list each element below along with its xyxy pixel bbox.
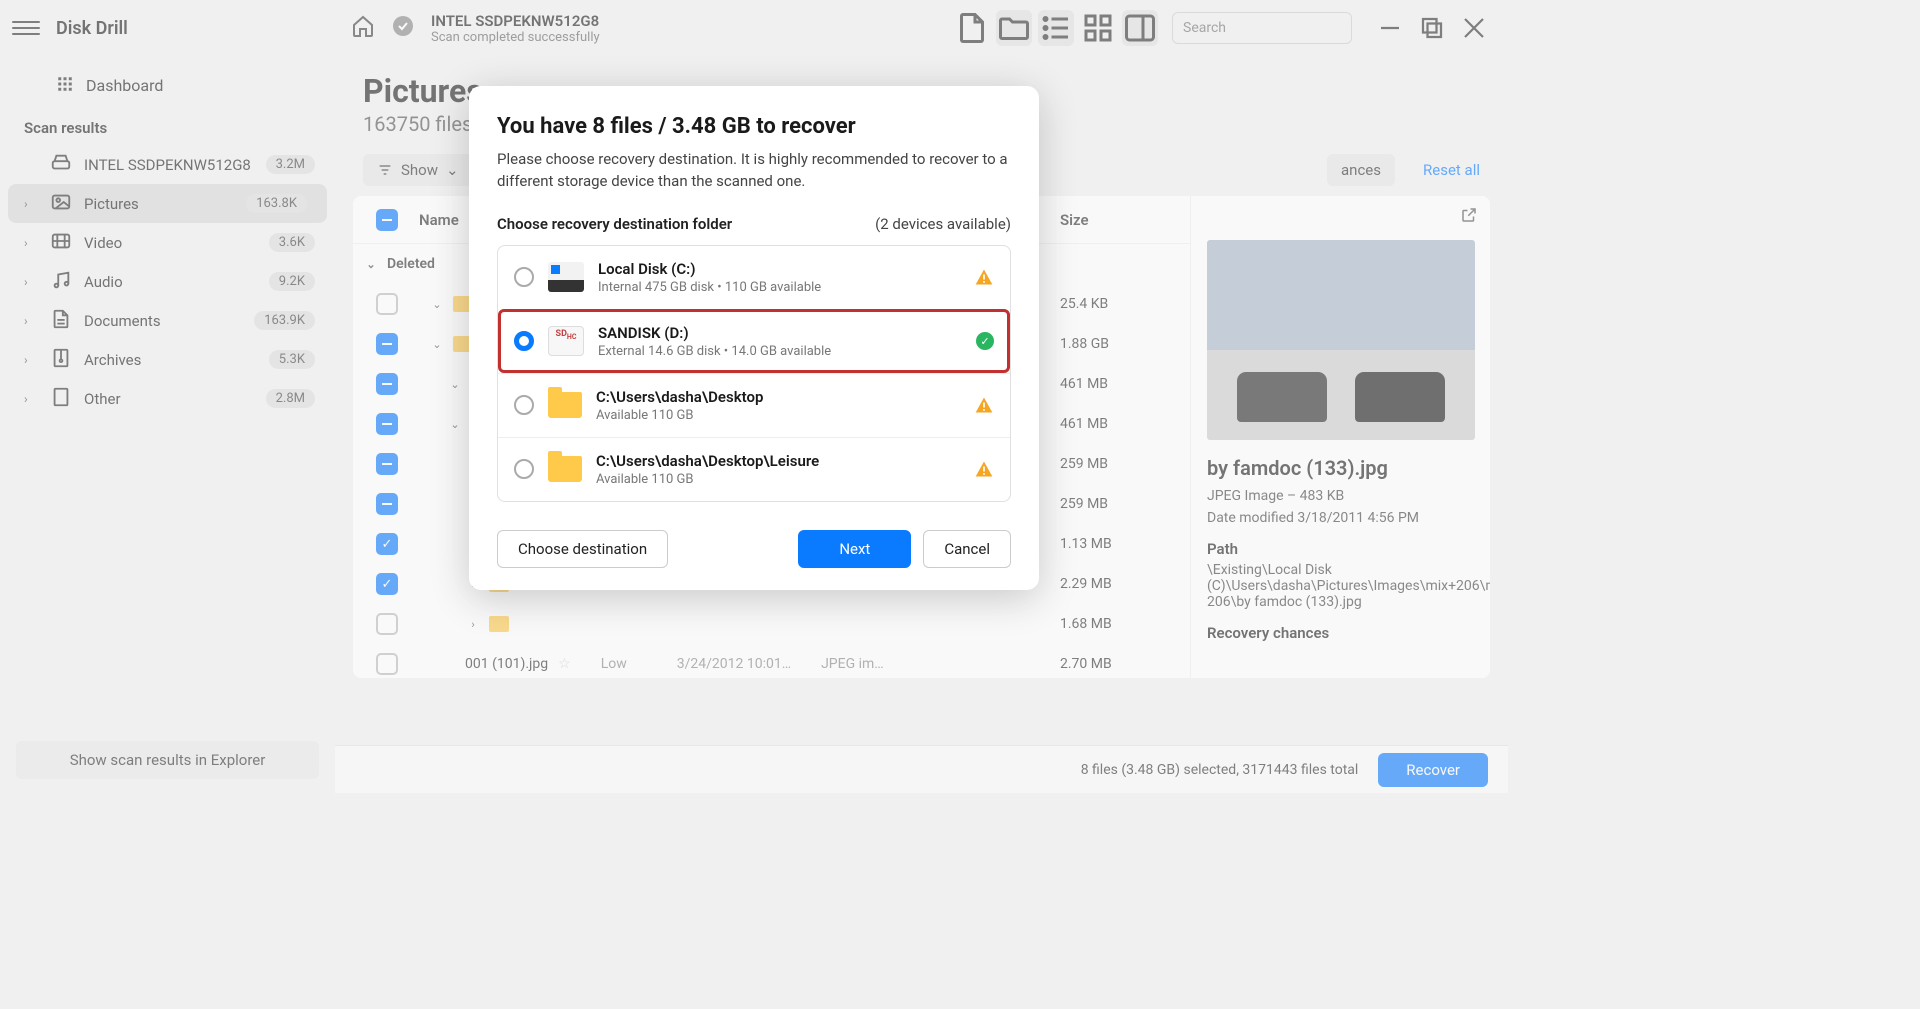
cancel-button[interactable]: Cancel <box>923 530 1011 568</box>
destination-title: C:\Users\dasha\Desktop\Leisure <box>596 452 960 470</box>
modal-title: You have 8 files / 3.48 GB to recover <box>497 114 1011 139</box>
destination-option[interactable]: C:\Users\dasha\Desktop\Leisure Available … <box>498 437 1010 501</box>
destination-subtitle: Available 110 GB <box>596 408 960 423</box>
folder-icon <box>548 392 582 418</box>
destination-subtitle: External 14.6 GB disk • 14.0 GB availabl… <box>598 344 962 359</box>
destination-radio[interactable] <box>514 331 534 351</box>
destination-title: C:\Users\dasha\Desktop <box>596 388 960 406</box>
folder-icon <box>548 456 582 482</box>
check-ok-icon: ✓ <box>976 332 994 350</box>
choose-folder-label: Choose recovery destination folder <box>497 215 732 233</box>
warning-icon <box>974 395 994 415</box>
sd-card-icon: SDHC <box>548 326 584 356</box>
disk-icon <box>548 262 584 292</box>
destination-option[interactable]: C:\Users\dasha\Desktop Available 110 GB <box>498 373 1010 437</box>
destination-option[interactable]: SDHC SANDISK (D:) External 14.6 GB disk • … <box>498 309 1010 373</box>
destination-subtitle: Internal 475 GB disk • 110 GB available <box>598 280 960 295</box>
destination-subtitle: Available 110 GB <box>596 472 960 487</box>
destination-title: SANDISK (D:) <box>598 324 962 342</box>
destination-radio[interactable] <box>514 459 534 479</box>
warning-icon <box>974 267 994 287</box>
destination-option[interactable]: Local Disk (C:) Internal 475 GB disk • 11… <box>498 246 1010 309</box>
recovery-destination-modal: You have 8 files / 3.48 GB to recover Pl… <box>469 86 1039 590</box>
devices-available: (2 devices available) <box>875 215 1011 233</box>
modal-description: Please choose recovery destination. It i… <box>497 149 1011 193</box>
choose-destination-button[interactable]: Choose destination <box>497 530 668 568</box>
destination-title: Local Disk (C:) <box>598 260 960 278</box>
next-button[interactable]: Next <box>798 530 911 568</box>
destination-radio[interactable] <box>514 267 534 287</box>
warning-icon <box>974 459 994 479</box>
destination-radio[interactable] <box>514 395 534 415</box>
